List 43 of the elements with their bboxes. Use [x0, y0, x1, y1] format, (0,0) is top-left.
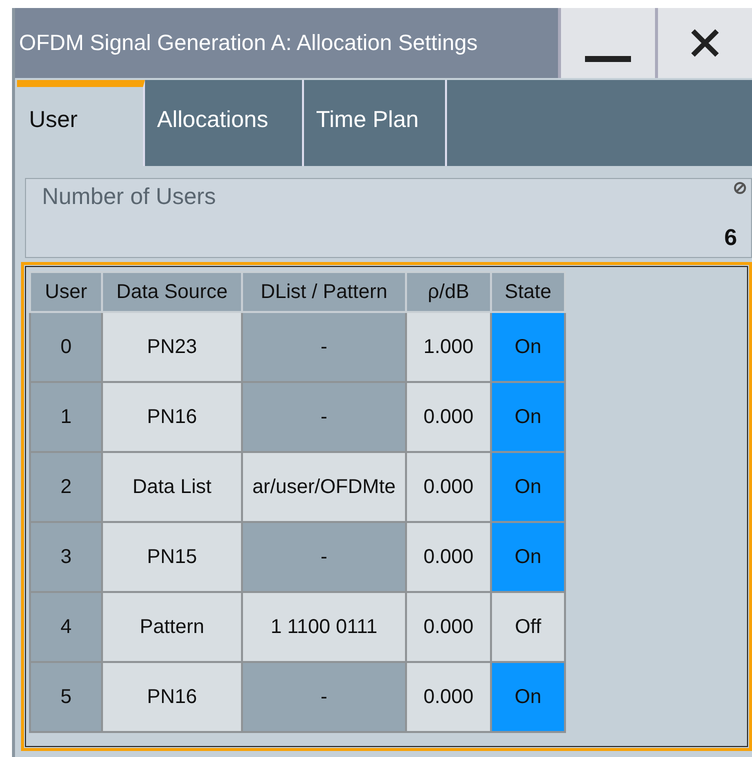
rho-cell[interactable]: 1.000: [406, 312, 491, 382]
user-cell: 5: [30, 662, 102, 732]
data-source-cell[interactable]: Data List: [102, 452, 242, 522]
tab[interactable]: Time Plan: [304, 80, 447, 166]
data-source-cell[interactable]: PN15: [102, 522, 242, 592]
column-header: DList / Pattern: [242, 272, 406, 312]
column-header: Data Source: [102, 272, 242, 312]
window-title: OFDM Signal Generation A: Allocation Settings: [18, 29, 479, 57]
data-source-cell[interactable]: PN16: [102, 382, 242, 452]
column-header: State: [491, 272, 565, 312]
close-icon: [690, 28, 720, 58]
tab[interactable]: User: [17, 80, 145, 166]
dlist-pattern-cell[interactable]: 1 1100 0111: [242, 592, 406, 662]
field-label: Number of Users: [42, 183, 216, 210]
user-cell: 0: [30, 312, 102, 382]
minimize-button[interactable]: [558, 8, 655, 78]
rho-cell[interactable]: 0.000: [406, 662, 491, 732]
tab[interactable]: Allocations: [145, 80, 304, 166]
minimize-icon: [585, 54, 631, 64]
user-cell: 1: [30, 382, 102, 452]
field-value: 6: [724, 224, 737, 251]
state-cell[interactable]: On: [491, 662, 565, 732]
number-of-users-field[interactable]: Number of Users 6: [25, 178, 752, 258]
data-source-cell[interactable]: Pattern: [102, 592, 242, 662]
close-button[interactable]: [655, 8, 752, 78]
data-source-cell[interactable]: PN16: [102, 662, 242, 732]
user-cell: 2: [30, 452, 102, 522]
disabled-icon: [733, 181, 747, 195]
rho-cell[interactable]: 0.000: [406, 522, 491, 592]
state-cell[interactable]: Off: [491, 592, 565, 662]
state-cell[interactable]: On: [491, 522, 565, 592]
column-header: ρ/dB: [406, 272, 491, 312]
column-header: User: [30, 272, 102, 312]
data-source-cell[interactable]: PN23: [102, 312, 242, 382]
rho-cell[interactable]: 0.000: [406, 382, 491, 452]
rho-cell[interactable]: 0.000: [406, 592, 491, 662]
state-cell[interactable]: On: [491, 312, 565, 382]
rho-cell[interactable]: 0.000: [406, 452, 491, 522]
user-cell: 3: [30, 522, 102, 592]
state-cell[interactable]: On: [491, 382, 565, 452]
dlist-pattern-cell[interactable]: ar/user/OFDMte: [242, 452, 406, 522]
state-cell[interactable]: On: [491, 452, 565, 522]
user-cell: 4: [30, 592, 102, 662]
